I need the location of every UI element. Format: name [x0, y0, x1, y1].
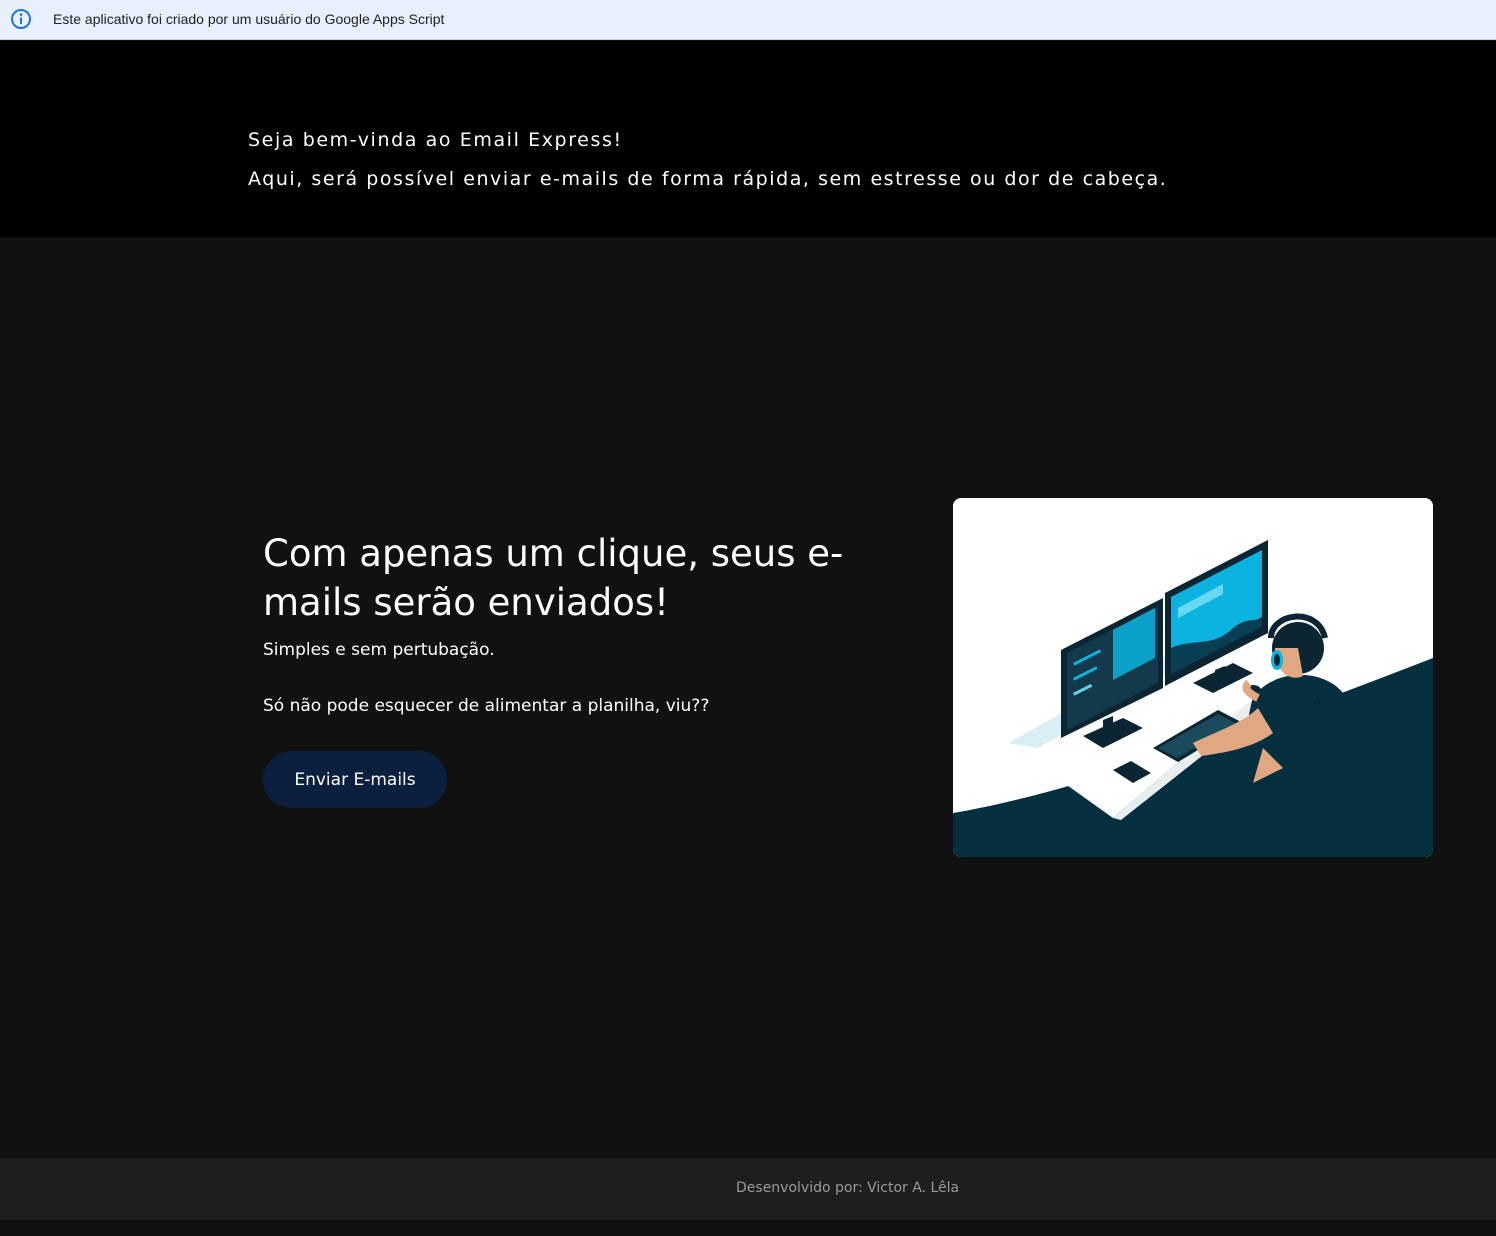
gas-info-banner: Este aplicativo foi criado por um usuári…	[0, 0, 1496, 40]
info-icon	[11, 9, 31, 29]
page-header: Seja bem-vinda ao Email Express! Aqui, s…	[0, 41, 1496, 237]
hero-section: Com apenas um clique, seus e-mails serão…	[0, 237, 1496, 1158]
hero-tagline: Simples e sem pertubação.	[263, 640, 495, 660]
send-emails-button[interactable]: Enviar E-mails	[263, 751, 447, 808]
header-subtitle: Aqui, será possível enviar e-mails de fo…	[248, 168, 1168, 190]
welcome-message: Seja bem-vinda ao Email Express!	[248, 129, 623, 151]
hero-headline: Com apenas um clique, seus e-mails serão…	[263, 532, 844, 624]
gas-banner-text: Este aplicativo foi criado por um usuári…	[53, 11, 445, 27]
footer-credit: Desenvolvido por: Victor A. Lêla	[736, 1180, 960, 1196]
hero-reminder: Só não pode esquecer de alimentar a plan…	[263, 696, 710, 716]
bottom-strip	[0, 1220, 1496, 1236]
illustration-svg	[953, 540, 1433, 857]
person-at-computer-illustration	[953, 498, 1433, 857]
page-footer: Desenvolvido por: Victor A. Lêla	[0, 1158, 1496, 1220]
